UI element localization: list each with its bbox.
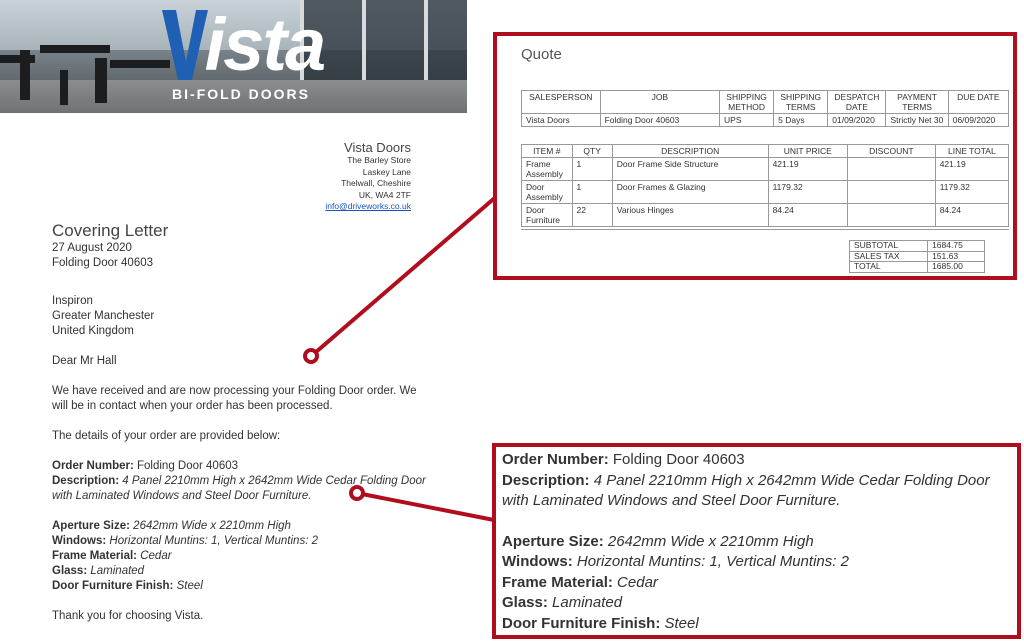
table-cell: 1179.32 xyxy=(767,180,849,204)
address-line: Thelwall, Cheshire xyxy=(341,178,411,188)
address-line: UK, WA4 2TF xyxy=(358,189,411,200)
column-header: PAYMENT TERMS xyxy=(885,90,949,114)
totals-label: SUBTOTAL xyxy=(848,240,929,252)
letter-paragraph: We have received and are now processing … xyxy=(52,385,417,412)
frame-material-line: Frame Material: Cedar xyxy=(502,573,658,591)
description-line: Description: 4 Panel 2210mm High x 2642m… xyxy=(52,475,426,502)
aperture-line: Aperture Size: 2642mm Wide x 2210mm High xyxy=(502,532,814,550)
table-cell: 22 xyxy=(571,203,613,227)
letter-paragraph: The details of your order are provided b… xyxy=(52,430,281,442)
company-address-block: Vista Doors The Barley Store Laskey Lane… xyxy=(325,140,411,213)
greeting: Dear Mr Hall xyxy=(52,355,117,367)
table-cell: Door Assembly xyxy=(521,180,573,204)
order-number-line: Order Number: Folding Door 40603 xyxy=(52,460,239,472)
table-cell: 421.19 xyxy=(934,157,1010,181)
column-header: DISCOUNT xyxy=(847,144,936,158)
table-row: SUBTOTAL 1684.75 xyxy=(848,240,985,252)
table-cell: Door Frames & Glazing xyxy=(611,180,769,204)
recipient-line: Inspiron xyxy=(52,295,93,307)
recipient-line: United Kingdom xyxy=(52,325,134,337)
table-row: Door Furniture 22 Various Hinges 84.24 8… xyxy=(521,203,1010,227)
company-name: Vista Doors xyxy=(344,140,411,155)
column-header: SHIPPING TERMS xyxy=(773,90,829,114)
table-cell: Door Frame Side Structure xyxy=(611,157,769,181)
column-header: LINE TOTAL xyxy=(934,144,1010,158)
table-cell: Strictly Net 30 xyxy=(885,113,949,127)
column-header: UNIT PRICE xyxy=(767,144,849,158)
table-cell xyxy=(847,180,936,204)
aperture-line: Aperture Size: 2642mm Wide x 2210mm High xyxy=(52,520,291,532)
totals-label: SALES TAX xyxy=(848,250,929,262)
table-cell: 84.24 xyxy=(767,203,849,227)
table-cell: Door Furniture xyxy=(521,203,573,227)
address-line: Laskey Lane xyxy=(362,166,411,177)
column-header: QTY xyxy=(571,144,613,158)
order-details-callout-frame: Order Number: Folding Door 40603 Descrip… xyxy=(492,443,1021,639)
totals-value: 1685.00 xyxy=(927,261,985,273)
totals-value: 151.63 xyxy=(927,250,985,262)
table-cell: Vista Doors xyxy=(521,113,601,127)
table-row: Vista Doors Folding Door 40603 UPS 5 Day… xyxy=(521,113,1010,127)
column-header: SALESPERSON xyxy=(521,90,601,114)
column-header: DESPATCH DATE xyxy=(827,90,887,114)
finish-line: Door Furniture Finish: Steel xyxy=(52,580,203,592)
table-row: SALES TAX 151.63 xyxy=(848,250,985,262)
column-header: SHIPPING METHOD xyxy=(719,90,775,114)
quote-totals-table: SUBTOTAL 1684.75 SALES TAX 151.63 TOTAL … xyxy=(848,240,985,273)
recipient-line: Greater Manchester xyxy=(52,310,155,322)
table-header-row: SALESPERSON JOB SHIPPING METHOD SHIPPING… xyxy=(521,90,1010,114)
table-cell: Folding Door 40603 xyxy=(599,113,721,127)
table-cell: 84.24 xyxy=(934,203,1010,227)
glass-line: Glass: Laminated xyxy=(52,565,145,577)
column-header: DESCRIPTION xyxy=(611,144,769,158)
table-cell: Frame Assembly xyxy=(521,157,573,181)
totals-label: TOTAL xyxy=(848,261,929,273)
quote-items-table: ITEM # QTY DESCRIPTION UNIT PRICE DISCOU… xyxy=(521,144,1010,227)
table-cell: 421.19 xyxy=(767,157,849,181)
logo-tagline: BI-FOLD DOORS xyxy=(172,86,310,102)
quote-header-table: SALESPERSON JOB SHIPPING METHOD SHIPPING… xyxy=(521,90,1010,127)
table-cell: Various Hinges xyxy=(611,203,769,227)
letter-title: Covering Letter xyxy=(52,221,169,240)
table-cell: 1 xyxy=(571,180,613,204)
table-header-row: ITEM # QTY DESCRIPTION UNIT PRICE DISCOU… xyxy=(521,144,1010,158)
vista-logo-wordmark: Vista xyxy=(204,3,327,86)
table-cell: 01/09/2020 xyxy=(827,113,887,127)
windows-line: Windows: Horizontal Muntins: 1, Vertical… xyxy=(52,535,318,547)
closing-line: Thank you for choosing Vista. xyxy=(52,610,204,622)
covering-letter: Covering Letter 27 August 2020 Folding D… xyxy=(52,220,432,624)
column-header: ITEM # xyxy=(521,144,573,158)
table-cell: 1179.32 xyxy=(934,180,1010,204)
address-line: The Barley Store xyxy=(347,155,411,165)
quote-title: Quote xyxy=(521,46,562,63)
letter-reference: Folding Door 40603 xyxy=(52,257,154,269)
letter-date: 27 August 2020 xyxy=(52,242,132,254)
table-cell: 5 Days xyxy=(773,113,829,127)
table-cell xyxy=(847,157,936,181)
order-details-zoom: Order Number: Folding Door 40603 Descrip… xyxy=(502,450,1017,634)
table-cell: 1 xyxy=(571,157,613,181)
description-line: Description: 4 Panel 2210mm High x 2642m… xyxy=(502,471,990,510)
finish-line: Door Furniture Finish: Steel xyxy=(502,614,699,632)
column-header: JOB xyxy=(599,90,721,114)
windows-line: Windows: Horizontal Muntins: 1, Vertical… xyxy=(502,553,849,570)
company-email-link[interactable]: info@driveworks.co.uk xyxy=(325,201,411,213)
table-cell xyxy=(847,203,936,227)
table-divider xyxy=(521,229,1009,230)
vista-banner-image: Vista BI-FOLD DOORS xyxy=(0,0,467,113)
frame-material-line: Frame Material: Cedar xyxy=(52,550,172,562)
order-number-line: Order Number: Folding Door 40603 xyxy=(502,451,745,468)
table-row: Frame Assembly 1 Door Frame Side Structu… xyxy=(521,157,1010,181)
quote-callout-frame: Quote SALESPERSON JOB SHIPPING METHOD SH… xyxy=(493,32,1017,280)
table-row: Door Assembly 1 Door Frames & Glazing 11… xyxy=(521,180,1010,204)
table-row: TOTAL 1685.00 xyxy=(848,261,985,273)
glass-line: Glass: Laminated xyxy=(502,594,623,611)
table-cell: 06/09/2020 xyxy=(947,113,1010,127)
totals-value: 1684.75 xyxy=(927,240,985,252)
table-cell: UPS xyxy=(719,113,775,127)
column-header: DUE DATE xyxy=(947,90,1010,114)
